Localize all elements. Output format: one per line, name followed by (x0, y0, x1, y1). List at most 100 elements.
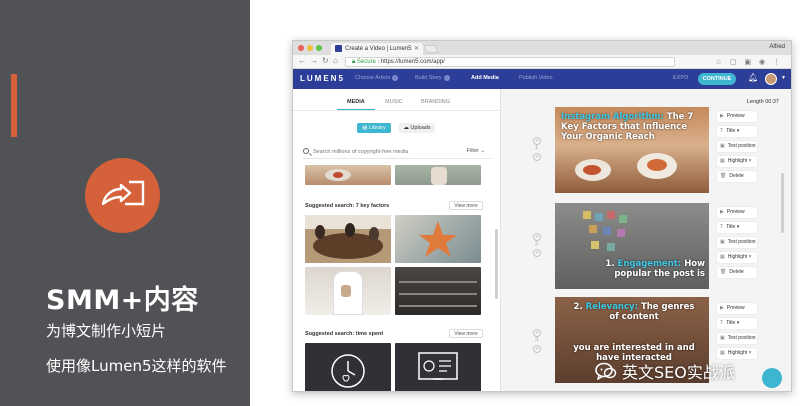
uploads-button[interactable]: ☁ Uploads (399, 123, 435, 133)
filter-button[interactable]: Filter ⌄ (467, 148, 485, 154)
step-label: Add Media (471, 75, 499, 81)
preview-label: Preview (726, 305, 745, 311)
tab-music[interactable]: MUSIC (385, 99, 403, 105)
scene-caption: 1. Engagement: How popular the post is (605, 259, 705, 279)
highlight-icon: ▦ (720, 254, 725, 260)
highlight-label: Highlight (727, 350, 748, 356)
library-label: Library (368, 125, 386, 131)
add-scene-icon[interactable]: + (533, 345, 541, 353)
add-scene-icon[interactable]: + (533, 137, 541, 145)
maximize-window-button[interactable] (316, 45, 322, 51)
media-thumbnail[interactable] (395, 215, 481, 263)
highlight-label: Highlight (727, 158, 748, 164)
highlight-icon: ▦ (720, 158, 725, 164)
media-thumbnail[interactable] (395, 165, 481, 185)
preview-button[interactable]: ▶ Preview (717, 303, 757, 314)
home-icon[interactable]: ⌂ (333, 56, 338, 65)
screen-chart-thumbnail[interactable] (395, 343, 481, 391)
title-dropdown[interactable]: T Title ▾ (717, 222, 757, 233)
title-dropdown[interactable]: T Title ▾ (717, 126, 757, 137)
scene-caption: 2. Relevancy: The genres of content (573, 302, 695, 322)
scene-number: 3 (535, 337, 539, 343)
avatar[interactable] (765, 73, 777, 85)
library-button[interactable]: ▤ Library (357, 123, 391, 133)
play-icon: ▶ (720, 305, 724, 311)
lumen5-logo[interactable]: LUMEN5 (300, 74, 345, 83)
view-more-button[interactable]: View more (449, 201, 483, 210)
chat-button[interactable] (762, 368, 782, 388)
forward-arrow-icon[interactable]: → (310, 56, 318, 65)
play-icon: ▶ (720, 209, 724, 215)
new-tab-button[interactable] (423, 45, 439, 53)
scene-number: 1 (535, 145, 539, 151)
text-icon: T (720, 224, 724, 230)
media-thumbnail[interactable] (305, 267, 391, 315)
preview-button[interactable]: ▶ Preview (717, 207, 757, 218)
add-scene-icon[interactable]: + (533, 153, 541, 161)
slide-panel: SMM+内容 为博文制作小短片 使用像Lumen5这样的软件 (0, 0, 250, 406)
play-icon: ▶ (720, 113, 724, 119)
story-scrollbar[interactable] (781, 173, 784, 233)
scene-card[interactable]: Instagram Algorithm: The 7 Key Factors t… (555, 107, 709, 193)
add-scene-icon[interactable]: + (533, 249, 541, 257)
delete-label: Delete (729, 269, 744, 275)
secure-label: Secure (356, 59, 376, 65)
browser-tab[interactable]: Create a Video | Lumen5 ✕ (331, 43, 423, 55)
scene-card[interactable]: 1. Engagement: How popular the post is (555, 203, 709, 289)
preview-button[interactable]: ▶ Preview (717, 111, 757, 122)
media-thumbnail[interactable] (305, 215, 391, 263)
title-label: Title (726, 320, 736, 326)
minimize-window-button[interactable] (307, 45, 313, 51)
text-position-button[interactable]: ▣ Text position (717, 141, 757, 152)
preview-label: Preview (726, 209, 745, 215)
add-scene-icon[interactable]: + (533, 233, 541, 241)
highlight-button[interactable]: ▦ Highlight × (717, 348, 757, 359)
text-position-label: Text position (727, 335, 756, 341)
media-scrollbar[interactable] (495, 229, 498, 299)
clock-heart-thumbnail[interactable] (305, 343, 391, 391)
video-share-icon (85, 158, 160, 233)
step-publish-video[interactable]: Publish Video (519, 75, 553, 81)
suggested-search-label: Suggested search: 7 key factors (305, 203, 390, 209)
lumen5-favicon-icon (335, 45, 342, 52)
media-thumbnail[interactable] (305, 165, 391, 185)
text-position-label: Text position (727, 239, 756, 245)
step-choose-article[interactable]: Choose Article ✓ (355, 75, 399, 81)
address-bar: ← → ↻ ⌂ 🔒︎ Secure | https://lumen5.com/a… (293, 55, 791, 69)
extension-icons[interactable]: ☆ ▢ ▣ ◉ ⋮ (716, 58, 783, 66)
bell-icon[interactable]: 🔔︎ (748, 73, 758, 82)
reload-icon[interactable]: ↻ (322, 56, 329, 65)
step-build-story[interactable]: Build Story ✓ (415, 75, 450, 81)
slide-title: SMM+内容 (46, 285, 199, 316)
title-dropdown[interactable]: T Title ▾ (717, 318, 757, 329)
trash-icon: 🗑︎ (720, 269, 727, 275)
title-label: Title (726, 224, 736, 230)
delete-button[interactable]: 🗑︎ Delete (717, 267, 757, 278)
position-icon: ▣ (720, 335, 725, 341)
delete-button[interactable]: 🗑︎ Delete (717, 171, 757, 182)
text-position-button[interactable]: ▣ Text position (717, 237, 757, 248)
view-more-button[interactable]: View more (449, 329, 483, 338)
preview-label: Preview (726, 113, 745, 119)
tab-media[interactable]: MEDIA (347, 99, 365, 105)
text-position-button[interactable]: ▣ Text position (717, 333, 757, 344)
back-arrow-icon[interactable]: ← (298, 56, 306, 65)
tab-divider (293, 110, 500, 111)
highlight-button[interactable]: ▦ Highlight × (717, 252, 757, 263)
tab-branding[interactable]: BRANDING (421, 99, 450, 105)
add-scene-icon[interactable]: + (533, 329, 541, 337)
highlight-button[interactable]: ▦ Highlight × (717, 156, 757, 167)
chevron-down-icon[interactable]: ▼ (781, 75, 786, 81)
continue-button[interactable]: CONTINUE (698, 73, 736, 85)
exit-link[interactable]: EXPO (673, 75, 688, 81)
filter-label: Filter (466, 148, 479, 154)
media-thumbnail[interactable] (395, 267, 481, 315)
search-input[interactable] (313, 147, 453, 157)
close-window-button[interactable] (298, 45, 304, 51)
check-icon: ✓ (392, 75, 399, 81)
url-field[interactable]: 🔒︎ Secure | https://lumen5.com/app/ (345, 57, 675, 67)
step-add-media[interactable]: Add Media (471, 75, 499, 81)
tab-close-icon[interactable]: ✕ (414, 45, 419, 52)
slide-subtitle-2: 使用像Lumen5这样的软件 (46, 357, 227, 375)
uploads-label: Uploads (410, 125, 431, 131)
